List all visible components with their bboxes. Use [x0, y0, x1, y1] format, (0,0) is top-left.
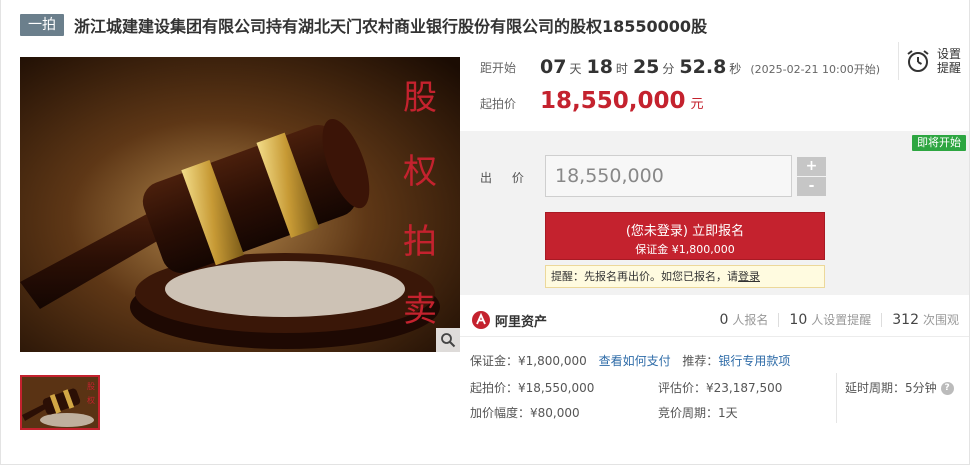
thumbnail-image: 股 权	[22, 377, 98, 428]
reminder-count-label: 人设置提醒	[811, 313, 872, 327]
stats: 0 人报名 10 人设置提醒 312 次围观	[719, 311, 959, 328]
countdown-minutes: 25	[632, 56, 660, 78]
alarm-clock-icon	[907, 50, 929, 72]
thumbnail-1[interactable]: 股 权	[20, 375, 100, 430]
zoom-button[interactable]	[436, 328, 460, 352]
countdown-hours-unit: 时	[615, 62, 628, 76]
bank-payment-link[interactable]: 银行专用款项	[718, 354, 790, 368]
start-price-label: 起拍价	[480, 97, 517, 111]
deposit-label: 保证金：	[470, 354, 519, 368]
overlay-char-2: 权	[403, 152, 437, 192]
login-tip: 提醒：先报名再出价。如您已报名，请登录	[545, 265, 825, 288]
deposit-value: ¥1,800,000	[518, 354, 587, 368]
auction-page: 一拍 浙江城建建设集团有限公司持有湖北天门农村商业银行股份有限公司的股权1855…	[0, 0, 970, 465]
magnifier-icon	[441, 333, 456, 348]
countdown: 距开始 07 天 18 时 25 分 52.8 秒 (2025-02-21 10…	[480, 52, 900, 82]
set-reminder-button[interactable]: 设置 提醒	[905, 44, 965, 78]
signup-count-label: 人报名	[732, 313, 769, 327]
bid-panel: 即将开始 出 价 18,550,000 + - (您未登录) 立即报名 保证金 …	[460, 131, 969, 295]
increase-bid-button[interactable]: +	[797, 157, 826, 176]
appraisal-value: ¥23,187,500	[706, 381, 783, 395]
countdown-days: 07	[540, 56, 567, 78]
gavel-illustration: 股 权 拍 卖	[20, 57, 460, 352]
decrease-bid-button[interactable]: -	[797, 177, 826, 196]
overlay-char-4: 卖	[403, 290, 437, 330]
signup-button[interactable]: (您未登录) 立即报名 保证金 ¥1,800,000	[545, 212, 825, 260]
cycle-label: 竞价周期：	[658, 406, 719, 420]
start-info-label: 起拍价：	[470, 381, 519, 395]
reminder-count: 10	[789, 312, 808, 328]
divider	[778, 312, 780, 327]
help-icon[interactable]: ?	[940, 382, 954, 395]
start-price-info: 起拍价：¥18,550,000	[470, 379, 594, 396]
bid-amount-input[interactable]: 18,550,000	[545, 155, 792, 197]
signup-deposit-label: 保证金 ¥1,800,000	[635, 243, 735, 256]
thumb-char-2: 权	[87, 395, 95, 405]
header: 一拍 浙江城建建设集团有限公司持有湖北天门农村商业银行股份有限公司的股权1855…	[20, 12, 707, 38]
delay-label: 延时周期：	[845, 381, 906, 395]
countdown-timer: 07 天 18 时 25 分 52.8 秒 (2025-02-21 10:00开…	[540, 56, 880, 78]
start-time: (2025-02-21 10:00开始)	[750, 63, 881, 76]
start-price-value: 18,550,000	[540, 88, 686, 114]
countdown-seconds: 52.8	[679, 56, 727, 78]
main-image[interactable]: 股 权 拍 卖	[20, 57, 460, 352]
countdown-minutes-unit: 分	[662, 62, 675, 76]
stats-row: 阿里资产 0 人报名 10 人设置提醒 312 次围观	[460, 305, 969, 337]
auction-type-badge: 一拍	[20, 14, 64, 36]
countdown-seconds-unit: 秒	[729, 62, 742, 76]
tip-text: 提醒：先报名再出价。如您已报名，请	[551, 270, 738, 283]
overlay-char-3: 拍	[403, 222, 437, 262]
divider	[836, 373, 837, 423]
start-price-row: 起拍价 18,550,000 元	[480, 88, 704, 114]
bid-label: 出 价	[480, 171, 532, 185]
cycle-info: 竞价周期：1天	[658, 404, 738, 421]
start-price-unit: 元	[690, 97, 704, 112]
overlay-char-1: 股	[403, 78, 437, 118]
signup-count: 0	[719, 312, 729, 328]
deposit-info: 保证金：¥1,800,000 查看如何支付 推荐：银行专用款项	[470, 352, 790, 369]
login-link[interactable]: 登录	[738, 270, 760, 283]
reminder-line-1: 设置	[937, 47, 962, 61]
appraisal-info: 评估价：¥23,187,500	[658, 379, 782, 396]
increment-value: ¥80,000	[530, 406, 580, 420]
cycle-value: 1天	[718, 406, 738, 420]
signup-main-label: (您未登录) 立即报名	[625, 224, 745, 239]
countdown-days-unit: 天	[569, 62, 582, 76]
countdown-hours: 18	[586, 56, 613, 78]
countdown-label: 距开始	[480, 60, 517, 75]
platform-logo: 阿里资产	[471, 310, 547, 330]
how-to-pay-link[interactable]: 查看如何支付	[599, 354, 671, 368]
start-info-value: ¥18,550,000	[518, 381, 595, 395]
reminder-line-2: 提醒	[937, 61, 962, 75]
platform-name: 阿里资产	[495, 314, 548, 330]
increment-label: 加价幅度：	[470, 406, 531, 420]
ali-assets-icon	[472, 311, 490, 329]
delay-value: 5分钟	[905, 381, 937, 395]
status-badge: 即将开始	[912, 135, 966, 151]
thumb-char-1: 股	[87, 382, 95, 391]
page-title: 浙江城建建设集团有限公司持有湖北天门农村商业银行股份有限公司的股权1855000…	[74, 17, 708, 36]
divider	[898, 42, 899, 80]
view-count: 312	[892, 312, 919, 328]
increment-info: 加价幅度：¥80,000	[470, 404, 580, 421]
delay-info: 延时周期：5分钟?	[845, 379, 954, 396]
divider	[881, 312, 883, 327]
reminder-label: 设置 提醒	[937, 47, 961, 75]
view-count-label: 次围观	[922, 313, 959, 327]
appraisal-label: 评估价：	[658, 381, 707, 395]
recommend-label: 推荐：	[682, 354, 719, 368]
